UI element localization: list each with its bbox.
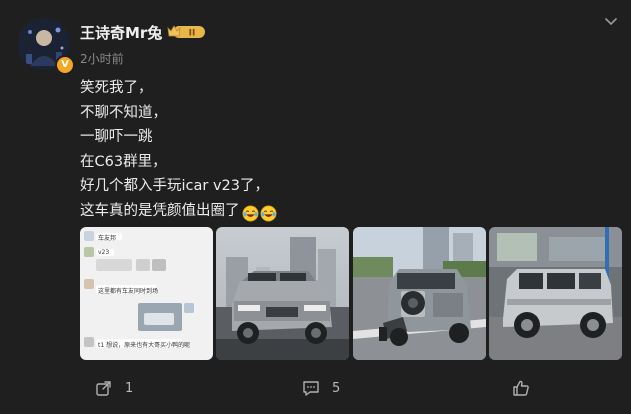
- comment-icon: [303, 381, 319, 396]
- share-icon: [96, 381, 111, 396]
- post-line: 笑死我了，: [80, 80, 153, 96]
- chevron-down-icon[interactable]: [603, 14, 619, 30]
- chat-text: t1 想说，原来也有大哥买小鸭的呢: [98, 342, 191, 349]
- chat-text: 车友邦: [98, 235, 117, 242]
- chat-text: 这里都有车友同时到场: [98, 288, 159, 295]
- image-grid: 车友邦 v23 这里都有车友同时到场 t1 想说，原来也有大哥买小鸭的呢: [80, 227, 623, 360]
- image-car-side-garage[interactable]: [489, 227, 622, 360]
- laughing-tears-emoji: [242, 205, 258, 222]
- image-car-rear-lot[interactable]: [353, 227, 486, 360]
- laughing-tears-emoji: [260, 205, 276, 222]
- comment-button[interactable]: 5: [302, 370, 340, 406]
- post-text: 笑死我了， 不聊不知道， 一聊吓一跳 在C63群里， 好几个都入手玩icar v…: [80, 76, 600, 224]
- post-line: 一聊吓一跳: [80, 129, 153, 146]
- author-name[interactable]: 王诗奇Mr兔: [80, 22, 162, 43]
- post-line: 不聊不知道，: [80, 104, 167, 121]
- action-bar: 1 5: [0, 370, 631, 406]
- post-line: 好几个都入手玩icar v23了，: [80, 178, 269, 195]
- image-car-front-city[interactable]: [216, 227, 349, 360]
- comment-count: 5: [332, 380, 341, 396]
- verified-badge: V: [55, 55, 75, 75]
- weibo-post-card: V 王诗奇Mr兔 II 2小时前 笑死我了， 不聊不知道， 一聊吓一跳 在C63…: [0, 0, 631, 414]
- chat-text: v23: [98, 249, 110, 256]
- share-count: 1: [125, 380, 134, 396]
- image-chat-screenshot[interactable]: 车友邦 v23 这里都有车友同时到场 t1 想说，原来也有大哥买小鸭的呢: [80, 227, 213, 360]
- level-badge-text: II: [189, 29, 196, 39]
- thumbs-up-icon: [513, 380, 529, 396]
- level-badge[interactable]: II: [167, 24, 205, 40]
- share-button[interactable]: 1: [95, 370, 133, 406]
- post-line: 在C63群里，: [80, 153, 167, 170]
- post-timestamp[interactable]: 2小时前: [80, 50, 124, 67]
- like-button[interactable]: [512, 370, 542, 406]
- post-line-last: 这车真的是凭颜值出圈了: [80, 199, 600, 224]
